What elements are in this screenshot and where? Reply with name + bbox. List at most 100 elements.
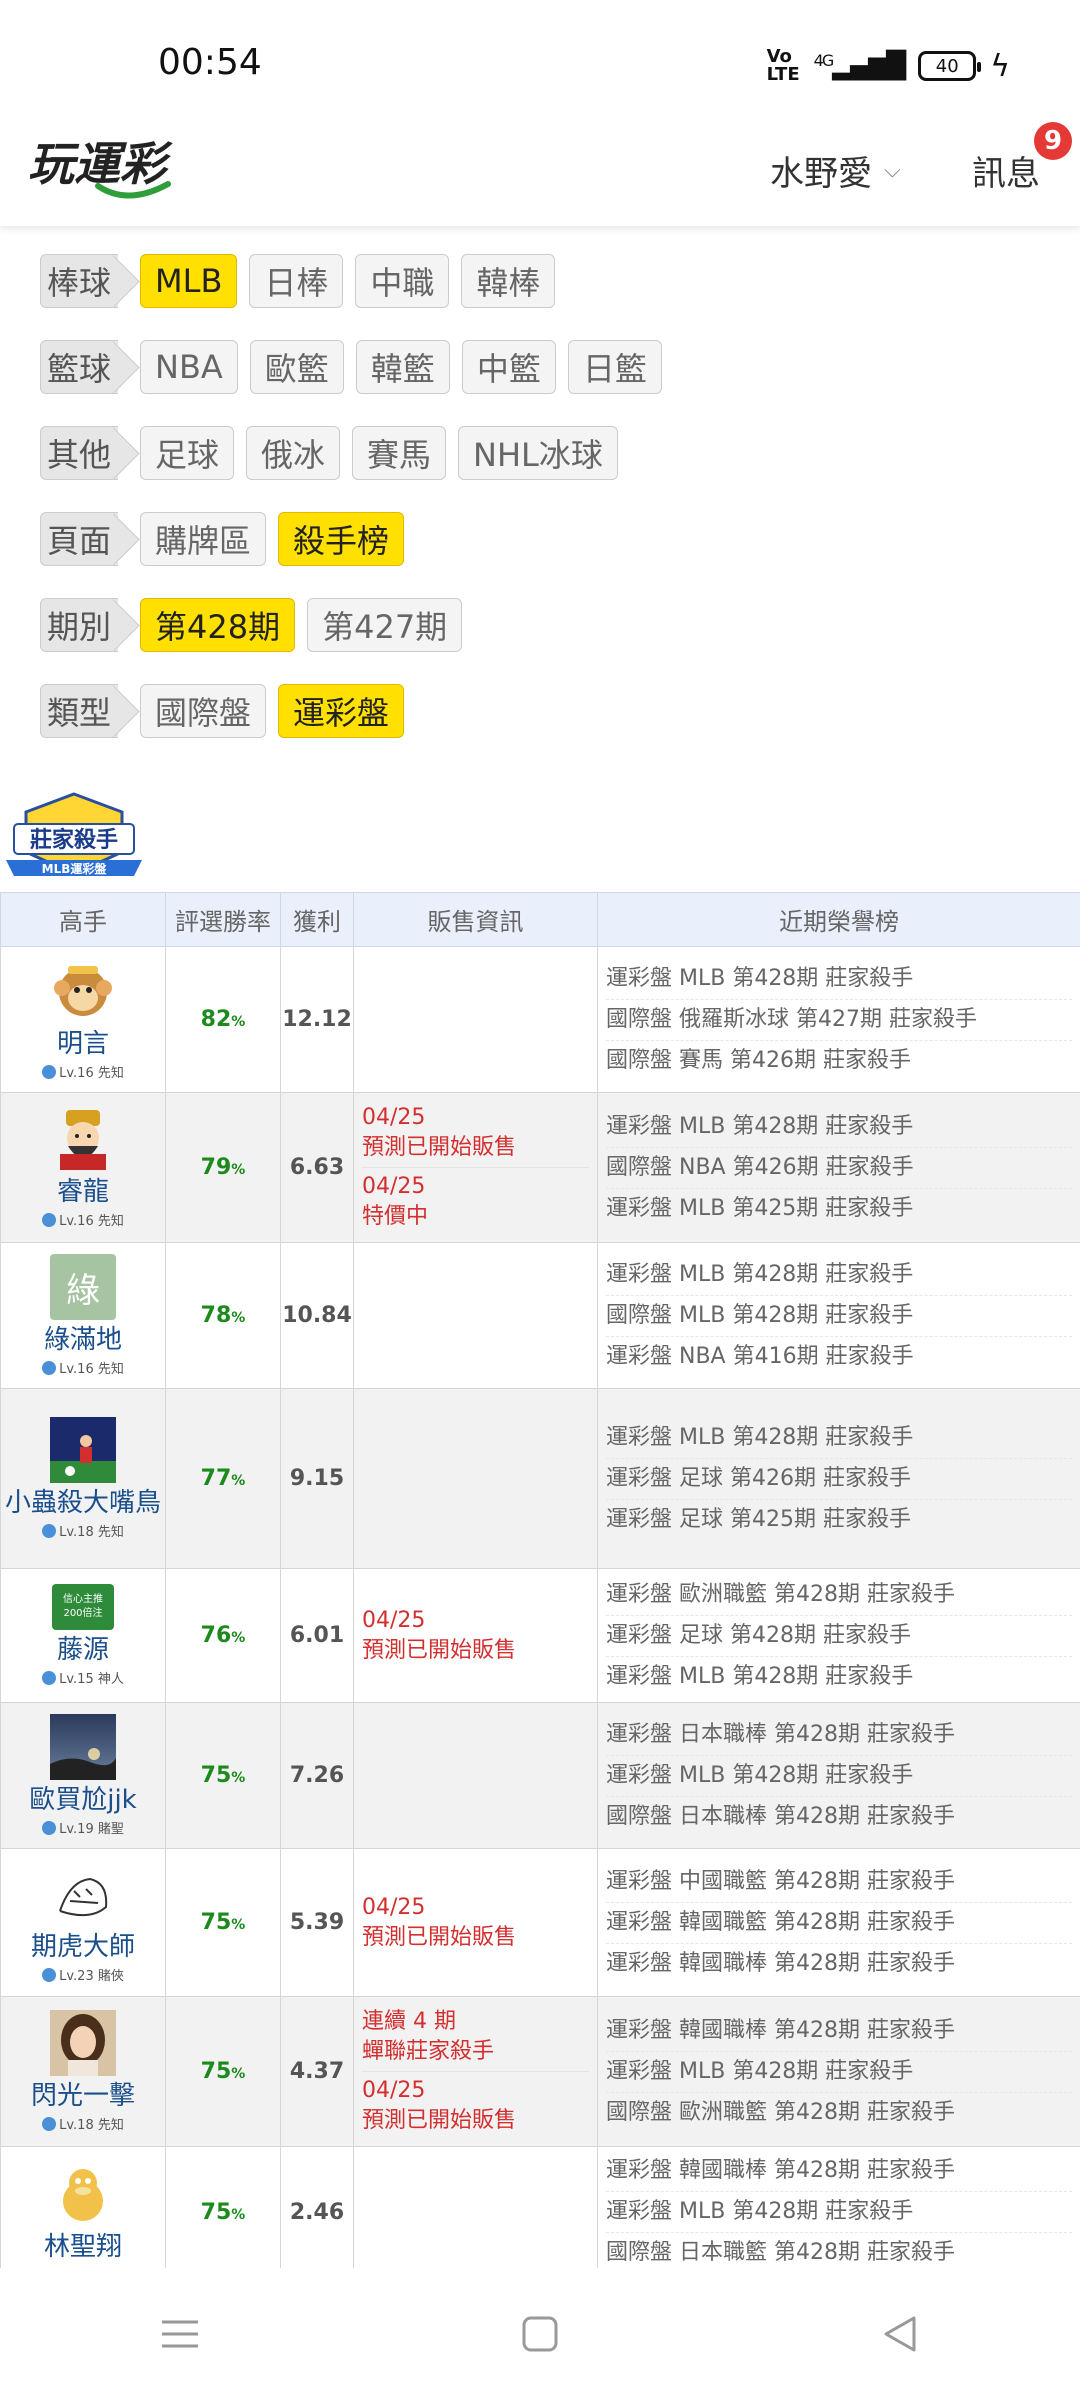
honor-item[interactable]: 運彩盤 MLB 第428期 莊家殺手 — [606, 1756, 1072, 1797]
god-of-wealth-avatar[interactable] — [50, 1106, 116, 1172]
filter-chip[interactable]: NHL冰球 — [458, 426, 618, 480]
user-menu[interactable]: 水野愛 ⌵ — [770, 146, 901, 195]
honor-item[interactable]: 運彩盤 足球 第428期 莊家殺手 — [606, 1616, 1072, 1657]
honor-item[interactable]: 運彩盤 MLB 第428期 莊家殺手 — [606, 2052, 1072, 2093]
filter-chip[interactable]: 運彩盤 — [278, 684, 405, 738]
honor-item[interactable]: 運彩盤 中國職籃 第428期 莊家殺手 — [606, 1862, 1072, 1903]
win-rate-value: 75 — [200, 2199, 232, 2225]
table-row[interactable]: 睿龍 Lv.16 先知 79% 6.63 04/25 預測已開始販售 04/25 特價中 運彩盤… — [0, 1092, 1080, 1243]
menu-icon[interactable] — [145, 2304, 215, 2364]
honor-item[interactable]: 國際盤 日本職棒 第428期 莊家殺手 — [606, 1797, 1072, 1837]
green-sign-avatar[interactable]: 信心主推 200倍注 — [52, 1584, 114, 1630]
honor-item[interactable]: 運彩盤 歐洲職籃 第428期 莊家殺手 — [606, 1575, 1072, 1616]
honors-cell: 運彩盤 MLB 第428期 莊家殺手 國際盤 俄羅斯冰球 第427期 莊家殺手 國際… — [597, 946, 1080, 1093]
sale-info-item[interactable]: 04/25 預測已開始販售 — [362, 1602, 589, 1670]
honor-item[interactable]: 運彩盤 日本職棒 第428期 莊家殺手 — [606, 1715, 1072, 1756]
badge-title: 莊家殺手 — [30, 827, 118, 853]
sale-info-item[interactable]: 04/25 預測已開始販售 — [362, 1889, 589, 1957]
filter-chip[interactable]: 第428期 — [140, 598, 296, 652]
honor-item[interactable]: 運彩盤 韓國職籃 第428期 莊家殺手 — [606, 1903, 1072, 1944]
player-name[interactable]: 閃光一擊 — [1, 2080, 165, 2112]
woman-photo-avatar[interactable] — [50, 2010, 116, 2076]
sale-info-cell — [353, 946, 598, 1093]
table-row[interactable]: 小蟲殺大嘴鳥 Lv.18 先知 77% 9.15 運彩盤 MLB 第428期 莊家殺手運… — [0, 1388, 1080, 1569]
player-name[interactable]: 藤源 — [1, 1634, 165, 1666]
honor-item[interactable]: 運彩盤 MLB 第425期 莊家殺手 — [606, 1189, 1072, 1229]
win-rate-unit: % — [231, 1917, 246, 1933]
soccer-player-avatar[interactable] — [50, 1417, 116, 1483]
filter-chip[interactable]: 歐籃 — [249, 340, 344, 394]
honor-item[interactable]: 運彩盤 足球 第426期 莊家殺手 — [606, 1459, 1072, 1500]
app-logo[interactable]: 玩運彩 — [28, 128, 228, 208]
level-text: Lv.18 先知 — [59, 1525, 124, 1540]
chevron-down-icon: ⌵ — [884, 158, 901, 183]
honors-cell: 運彩盤 MLB 第428期 莊家殺手 運彩盤 足球 第426期 莊家殺手 運彩盤 足… — [597, 1388, 1080, 1569]
honor-item[interactable]: 運彩盤 MLB 第428期 莊家殺手 — [606, 1418, 1072, 1459]
honor-item[interactable]: 運彩盤 NBA 第416期 莊家殺手 — [606, 1337, 1072, 1377]
honor-item[interactable]: 國際盤 歐洲職籃 第428期 莊家殺手 — [606, 2093, 1072, 2133]
table-row[interactable]: 歐買尬jjk Lv.19 賭聖 75% 7.26 運彩盤 日本職棒 第428期 莊家殺手… — [0, 1702, 1080, 1849]
player-name[interactable]: 明言 — [1, 1028, 165, 1060]
filter-label: 其他 — [40, 426, 118, 480]
level-text: Lv.16 先知 — [59, 1066, 124, 1081]
filter-chip[interactable]: 國際盤 — [140, 684, 267, 738]
honor-item[interactable]: 國際盤 賽馬 第426期 莊家殺手 — [606, 1041, 1072, 1081]
green-letter-avatar[interactable]: 綠 — [50, 1254, 116, 1320]
honor-item[interactable]: 國際盤 俄羅斯冰球 第427期 莊家殺手 — [606, 1000, 1072, 1041]
honor-item[interactable]: 國際盤 日本職籃 第428期 莊家殺手 — [606, 2233, 1072, 2273]
player-name[interactable]: 小蟲殺大嘴鳥 — [1, 1487, 165, 1519]
table-row[interactable]: 綠綠滿地 Lv.16 先知 78% 10.84 運彩盤 MLB 第428期 莊家殺手 國際… — [0, 1242, 1080, 1389]
sale-info-item[interactable]: 04/25 特價中 — [362, 1168, 589, 1236]
tiger-sketch-avatar[interactable] — [50, 1861, 116, 1927]
filter-chip[interactable]: 中職 — [355, 254, 450, 308]
filter-chip[interactable]: 俄冰 — [246, 426, 341, 480]
honor-item[interactable]: 運彩盤 韓國職棒 第428期 莊家殺手 — [606, 1944, 1072, 1984]
filter-chip[interactable]: 韓棒 — [461, 254, 556, 308]
sale-info-cell: 04/25 預測已開始販售 — [353, 1568, 598, 1703]
home-icon[interactable] — [505, 2304, 575, 2364]
sale-info-item[interactable]: 連續 4 期蟬聯莊家殺手 — [362, 2003, 589, 2072]
filter-chip[interactable]: 賽馬 — [352, 426, 447, 480]
filter-chip[interactable]: 殺手榜 — [278, 512, 405, 566]
player-name[interactable]: 睿龍 — [1, 1176, 165, 1208]
honor-item[interactable]: 運彩盤 MLB 第428期 莊家殺手 — [606, 1657, 1072, 1697]
header-win-rate: 評選勝率 — [165, 892, 281, 947]
sale-info-item[interactable]: 04/25 預測已開始販售 — [362, 1099, 589, 1168]
player-name[interactable]: 歐買尬jjk — [1, 1784, 165, 1816]
filter-chip[interactable]: 購牌區 — [140, 512, 267, 566]
honor-item[interactable]: 國際盤 NBA 第426期 莊家殺手 — [606, 1148, 1072, 1189]
honor-item[interactable]: 運彩盤 韓國職棒 第428期 莊家殺手 — [606, 2151, 1072, 2192]
table-row[interactable]: 閃光一擊 Lv.18 先知 75% 4.37 連續 4 期蟬聯莊家殺手 04/25 預測已開… — [0, 1996, 1080, 2147]
monkey-avatar[interactable] — [50, 958, 116, 1024]
filter-chip[interactable]: 日籃 — [567, 340, 662, 394]
filter-chip[interactable]: NBA — [140, 340, 238, 394]
player-name[interactable]: 林聖翔 — [1, 2231, 165, 2263]
honor-item[interactable]: 運彩盤 足球 第425期 莊家殺手 — [606, 1500, 1072, 1540]
honor-item[interactable]: 運彩盤 MLB 第428期 莊家殺手 — [606, 2192, 1072, 2233]
player-level: Lv.15 神人 — [1, 1668, 165, 1687]
table-row[interactable]: 期虎大師 Lv.23 賭俠 75% 5.39 04/25 預測已開始販售 運彩盤 中國職籃 … — [0, 1848, 1080, 1997]
honor-item[interactable]: 運彩盤 MLB 第428期 莊家殺手 — [606, 959, 1072, 1000]
player-name[interactable]: 綠滿地 — [1, 1324, 165, 1356]
filter-chip[interactable]: 足球 — [140, 426, 235, 480]
table-row[interactable]: 信心主推 200倍注 藤源 Lv.15 神人 76% 6.01 04/25 預測已開始販售運… — [0, 1568, 1080, 1703]
table-row[interactable]: 明言 Lv.16 先知 82% 12.12 運彩盤 MLB 第428期 莊家殺手 國際盤 … — [0, 946, 1080, 1093]
filter-chip[interactable]: 日棒 — [249, 254, 344, 308]
filter-chip[interactable]: 韓籃 — [355, 340, 450, 394]
player-name[interactable]: 期虎大師 — [1, 1931, 165, 1963]
filter-panel: 棒球 MLB 日棒 中職 韓棒 籃球 NBA 歐籃 韓籃 中籃 日籃 其他 足球 俄冰 賽馬 NHL冰球 頁面購… — [40, 252, 674, 768]
filter-chip[interactable]: 中籃 — [461, 340, 556, 394]
honor-item[interactable]: 運彩盤 MLB 第428期 莊家殺手 — [606, 1255, 1072, 1296]
night-sky-avatar[interactable] — [50, 1714, 116, 1780]
back-icon[interactable] — [865, 2304, 935, 2364]
messages-link[interactable]: 訊息 — [972, 146, 1040, 195]
filter-chip[interactable]: 第427期 — [307, 598, 463, 652]
win-rate-value: 78 — [200, 1303, 232, 1328]
duck-avatar[interactable] — [50, 2161, 116, 2227]
table-row[interactable]: 林聖翔 75% 2.46 運彩盤 韓國職棒 第428期 莊家殺手 運彩盤 MLB 第42… — [0, 2146, 1080, 2278]
honor-item[interactable]: 運彩盤 韓國職棒 第428期 莊家殺手 — [606, 2011, 1072, 2052]
sale-info-item[interactable]: 04/25 預測已開始販售 — [362, 2072, 589, 2140]
honor-item[interactable]: 國際盤 MLB 第428期 莊家殺手 — [606, 1296, 1072, 1337]
honor-item[interactable]: 運彩盤 MLB 第428期 莊家殺手 — [606, 1107, 1072, 1148]
filter-chip[interactable]: MLB — [140, 254, 238, 308]
